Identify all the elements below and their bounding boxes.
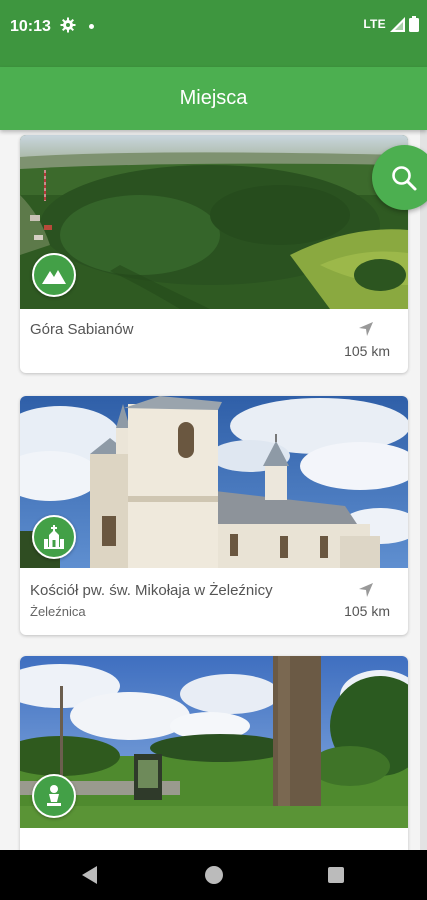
category-badge [32,253,76,297]
navigation-arrow-icon [359,583,373,597]
home-icon[interactable] [205,866,223,884]
place-card[interactable]: Góra Sabianów 105 km [20,135,408,373]
settings-icon [60,17,76,33]
place-photo [20,396,408,568]
place-title: Kościół pw. św. Mikołaja w Żeleźnicy [30,582,273,599]
places-list[interactable]: Góra Sabianów 105 km Kościół pw. św. Mik… [0,130,427,850]
place-photo [20,135,408,309]
status-indicators: LTE [363,16,419,32]
monument-icon [47,785,61,806]
place-title: Góra Sabianów [30,321,134,338]
category-badge [32,515,76,559]
notification-dot [89,24,94,29]
signal-icon [390,16,405,32]
back-icon[interactable] [82,866,98,884]
status-bar: 10:13 LTE [0,0,427,67]
mountain-icon [42,270,66,284]
church-icon [44,525,64,549]
system-navigation-bar [0,850,427,900]
place-distance: 105 km [344,603,390,619]
navigation-arrow-icon [359,322,373,336]
recents-icon[interactable] [328,867,344,883]
place-subtitle: Żeleźnica [30,604,86,619]
place-distance: 105 km [344,343,390,359]
category-badge [32,774,76,818]
network-type: LTE [363,17,386,31]
place-card[interactable] [20,656,408,850]
place-photo [20,656,408,828]
place-card[interactable]: Kościół pw. św. Mikołaja w Żeleźnicy Żel… [20,396,408,635]
app-bar: Miejsca [0,67,427,130]
search-icon [392,165,417,190]
battery-icon [409,16,419,32]
page-title: Miejsca [179,87,248,109]
status-time: 10:13 [10,18,51,35]
